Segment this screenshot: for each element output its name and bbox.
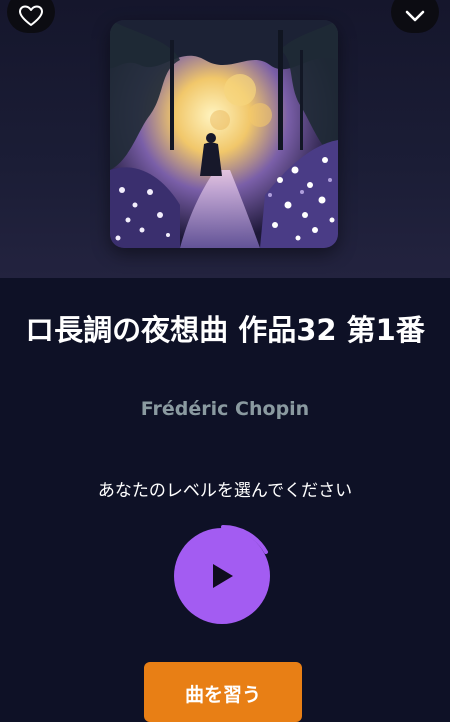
level-selector[interactable] (173, 521, 273, 625)
heart-outline-icon (19, 5, 43, 26)
play-button[interactable] (174, 528, 270, 624)
piece-title: ロ長調の夜想曲 作品32 第1番 (25, 313, 425, 347)
level-prompt: あなたのレベルを選んでください (97, 481, 353, 501)
favorite-button[interactable] (7, 0, 55, 33)
collapse-button[interactable] (391, 0, 439, 33)
play-icon (213, 564, 233, 588)
album-artwork (110, 20, 338, 248)
chevron-down-icon (405, 10, 425, 22)
learn-song-button[interactable]: 曲を習う (144, 662, 302, 722)
composer-name[interactable]: Frédéric Chopin (0, 398, 450, 420)
header-area (0, 0, 450, 278)
